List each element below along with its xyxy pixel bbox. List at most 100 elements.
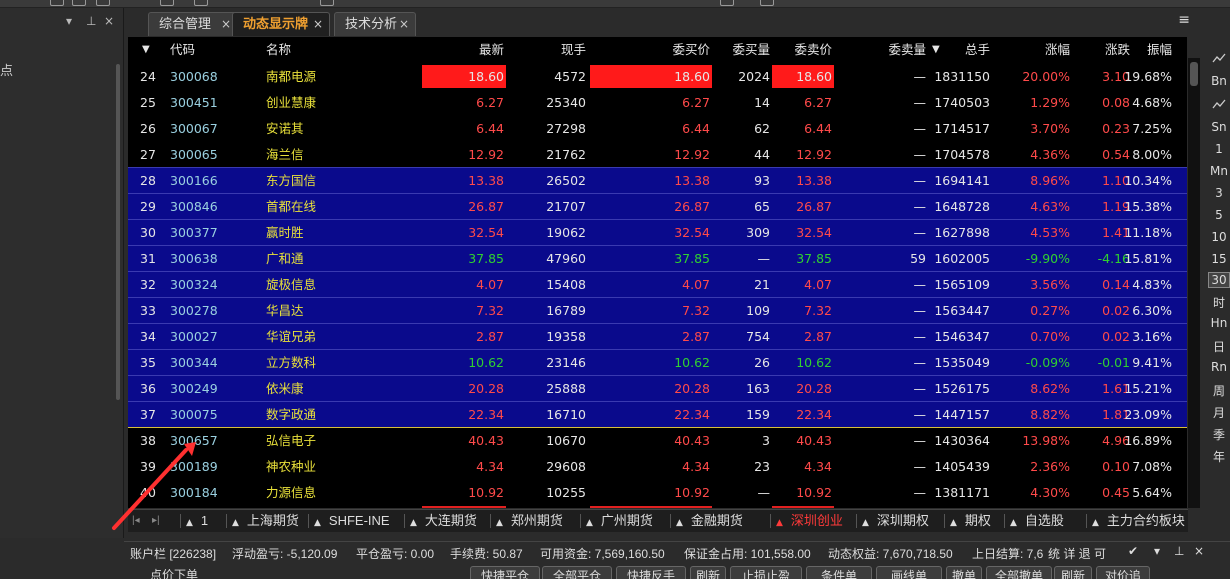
left-panel-scrollbar[interactable] <box>116 64 120 400</box>
table-row[interactable]: 33 300278 华昌达 7.32 16789 7.32 109 7.32 — 1563447 0… <box>128 297 1187 323</box>
header-ask[interactable]: 委卖价 <box>770 37 832 62</box>
toolbar-icon[interactable] <box>72 0 86 6</box>
period-10[interactable]: 时 <box>1208 294 1230 311</box>
status-tail-buttons[interactable]: 统 详 退 可 <box>1048 545 1106 562</box>
scroll-right-icon[interactable]: ▸| <box>152 510 160 532</box>
line-chart-icon[interactable] <box>1208 52 1230 68</box>
toolbar-icon[interactable] <box>96 0 110 6</box>
period-17[interactable]: 年 <box>1208 448 1230 465</box>
period-1[interactable]: Bn <box>1208 74 1230 88</box>
order-button[interactable]: 快捷平仓 <box>470 566 540 579</box>
tab-dynamic-board[interactable]: 动态显示牌 × <box>232 12 330 36</box>
order-button[interactable]: 条件单 <box>806 566 872 579</box>
period-14[interactable]: 周 <box>1208 382 1230 399</box>
table-row[interactable]: 36 300249 依米康 20.28 25888 20.28 163 20.28 — 15261… <box>128 375 1187 401</box>
scroll-left-icon[interactable]: |◂ <box>132 510 140 532</box>
table-row[interactable]: 38 300657 弘信电子 40.43 10670 40.43 3 40.43 — 143036… <box>128 427 1187 453</box>
left-panel-text[interactable]: 点 <box>0 60 13 79</box>
table-row[interactable]: 24 300068 南都电源 18.60 4572 18.60 2024 18.60 — 1831… <box>128 63 1187 89</box>
quick-order-label[interactable]: 点价下单 <box>150 566 198 579</box>
chevron-down-icon[interactable]: ▾ <box>1154 544 1160 558</box>
period-2[interactable]: Sn <box>1208 120 1230 134</box>
toolbar-icon[interactable] <box>760 0 774 6</box>
order-button[interactable]: 止损止盈 <box>730 566 802 579</box>
header-name[interactable]: 名称 <box>266 37 291 62</box>
tab-technical-analysis[interactable]: 技术分析 × <box>334 12 416 36</box>
market-tab[interactable]: ▲ 深圳期权 <box>862 510 929 532</box>
close-icon[interactable]: × <box>1194 544 1204 558</box>
table-row[interactable]: 29 300846 首都在线 26.87 21707 26.87 65 26.87 — 16487… <box>128 193 1187 219</box>
table-row[interactable]: 27 300065 海兰信 12.92 21762 12.92 44 12.92 — 170457… <box>128 141 1187 167</box>
market-tab[interactable]: ▲ 大连期货 <box>410 510 477 532</box>
period-9[interactable]: 30 <box>1208 272 1230 288</box>
header-ask-vol[interactable]: 委卖量 <box>864 37 926 62</box>
table-row[interactable]: 40 300184 力源信息 10.92 10255 10.92 — 10.92 — 138117… <box>128 479 1187 508</box>
header-amplitude[interactable]: 振幅 <box>1110 37 1172 62</box>
period-8[interactable]: 15 <box>1208 252 1230 266</box>
period-5[interactable]: 3 <box>1208 186 1230 200</box>
market-tab[interactable]: ▲ 郑州期货 <box>496 510 563 532</box>
order-button[interactable]: 撤单 <box>946 566 982 579</box>
pin-icon[interactable]: ⊥ <box>86 14 96 28</box>
check-icon[interactable]: ✔ <box>1128 544 1138 558</box>
header-code[interactable]: 代码 <box>170 37 195 62</box>
market-tab[interactable]: ▲ 期权 <box>950 510 991 532</box>
toolbar-icon[interactable] <box>194 0 208 6</box>
order-button[interactable]: 刷新 <box>690 566 726 579</box>
market-tab[interactable]: ▲ 广州期货 <box>586 510 653 532</box>
toolbar-icon[interactable] <box>160 0 174 6</box>
period-4[interactable]: Mn <box>1208 164 1230 178</box>
pin-icon[interactable]: ⊥ <box>1174 544 1184 558</box>
header-chg-pct[interactable]: 涨幅 <box>1008 37 1070 62</box>
order-button[interactable]: 画线单 <box>876 566 942 579</box>
header-latest[interactable]: 最新 <box>448 37 504 62</box>
scrollbar-thumb[interactable] <box>1190 62 1198 86</box>
period-3[interactable]: 1 <box>1208 142 1230 156</box>
order-button[interactable]: 刷新 <box>1054 566 1092 579</box>
table-row[interactable]: 34 300027 华谊兄弟 2.87 19358 2.87 754 2.87 — 1546347… <box>128 323 1187 349</box>
table-row[interactable]: 26 300067 安诺其 6.44 27298 6.44 62 6.44 — 1714517 3.… <box>128 115 1187 141</box>
header-now-hand[interactable]: 现手 <box>528 37 586 62</box>
period-12[interactable]: 日 <box>1208 338 1230 355</box>
table-row[interactable]: 37 300075 数字政通 22.34 16710 22.34 159 22.34 — 1447… <box>128 401 1187 427</box>
table-row[interactable]: 31 300638 广和通 37.85 47960 37.85 — 37.85 59 160200… <box>128 245 1187 271</box>
header-bid-vol[interactable]: 委买量 <box>708 37 770 62</box>
market-tab[interactable]: ▲ 金融期货 <box>676 510 743 532</box>
toolbar-icon[interactable] <box>50 0 64 6</box>
order-button[interactable]: 快捷反手 <box>616 566 686 579</box>
market-tab[interactable]: ▲ 自选股 <box>1010 510 1064 532</box>
order-button[interactable]: 对价追 <box>1096 566 1150 579</box>
period-15[interactable]: 月 <box>1208 404 1230 421</box>
market-tab[interactable]: ▲ 深圳创业 <box>776 510 843 532</box>
market-tab[interactable]: ▲ 上海期货 <box>232 510 299 532</box>
period-7[interactable]: 10 <box>1208 230 1230 244</box>
close-icon[interactable]: × <box>313 13 323 35</box>
close-icon[interactable]: × <box>221 13 231 35</box>
menu-icon[interactable]: ≡ <box>1178 12 1190 28</box>
table-row[interactable]: 30 300377 赢时胜 32.54 19062 32.54 309 32.54 — 16278… <box>128 219 1187 245</box>
tab-overview[interactable]: 综合管理 × <box>148 12 238 36</box>
market-tab[interactable]: ▲ 主力合约板块 <box>1092 510 1185 532</box>
table-row[interactable]: 32 300324 旋极信息 4.07 15408 4.07 21 4.07 — 1565109 3… <box>128 271 1187 297</box>
toolbar-icon[interactable] <box>720 0 734 6</box>
account-label[interactable]: 账户栏 [226238] <box>130 545 216 562</box>
close-icon[interactable]: × <box>104 14 114 28</box>
table-row[interactable]: 39 300189 神农种业 4.34 29608 4.34 23 4.34 — 1405439 2… <box>128 453 1187 479</box>
order-button[interactable]: 全部平仓 <box>542 566 612 579</box>
header-bid[interactable]: 委买价 <box>648 37 710 62</box>
market-tab[interactable]: ▲ 1 <box>186 510 208 532</box>
sort-icon[interactable]: ▼ <box>142 37 150 62</box>
period-11[interactable]: Hn <box>1208 316 1230 330</box>
order-button[interactable]: 全部撤单 <box>986 566 1052 579</box>
table-row[interactable]: 28 300166 东方国信 13.38 26502 13.38 93 13.38 — 16941… <box>128 167 1187 193</box>
period-16[interactable]: 季 <box>1208 426 1230 443</box>
grid-scrollbar[interactable] <box>1188 58 1200 508</box>
market-tab[interactable]: ▲ SHFE-INE <box>314 510 390 532</box>
table-row[interactable]: 35 300344 立方数科 10.62 23146 10.62 26 10.62 — 15350… <box>128 349 1187 375</box>
table-row[interactable]: 25 300451 创业慧康 6.27 25340 6.27 14 6.27 — 1740503 1… <box>128 89 1187 115</box>
dropdown-icon[interactable]: ▾ <box>66 14 72 28</box>
period-13[interactable]: Rn <box>1208 360 1230 374</box>
period-6[interactable]: 5 <box>1208 208 1230 222</box>
close-icon[interactable]: × <box>399 13 409 35</box>
header-total[interactable]: 总手 <box>928 37 990 62</box>
